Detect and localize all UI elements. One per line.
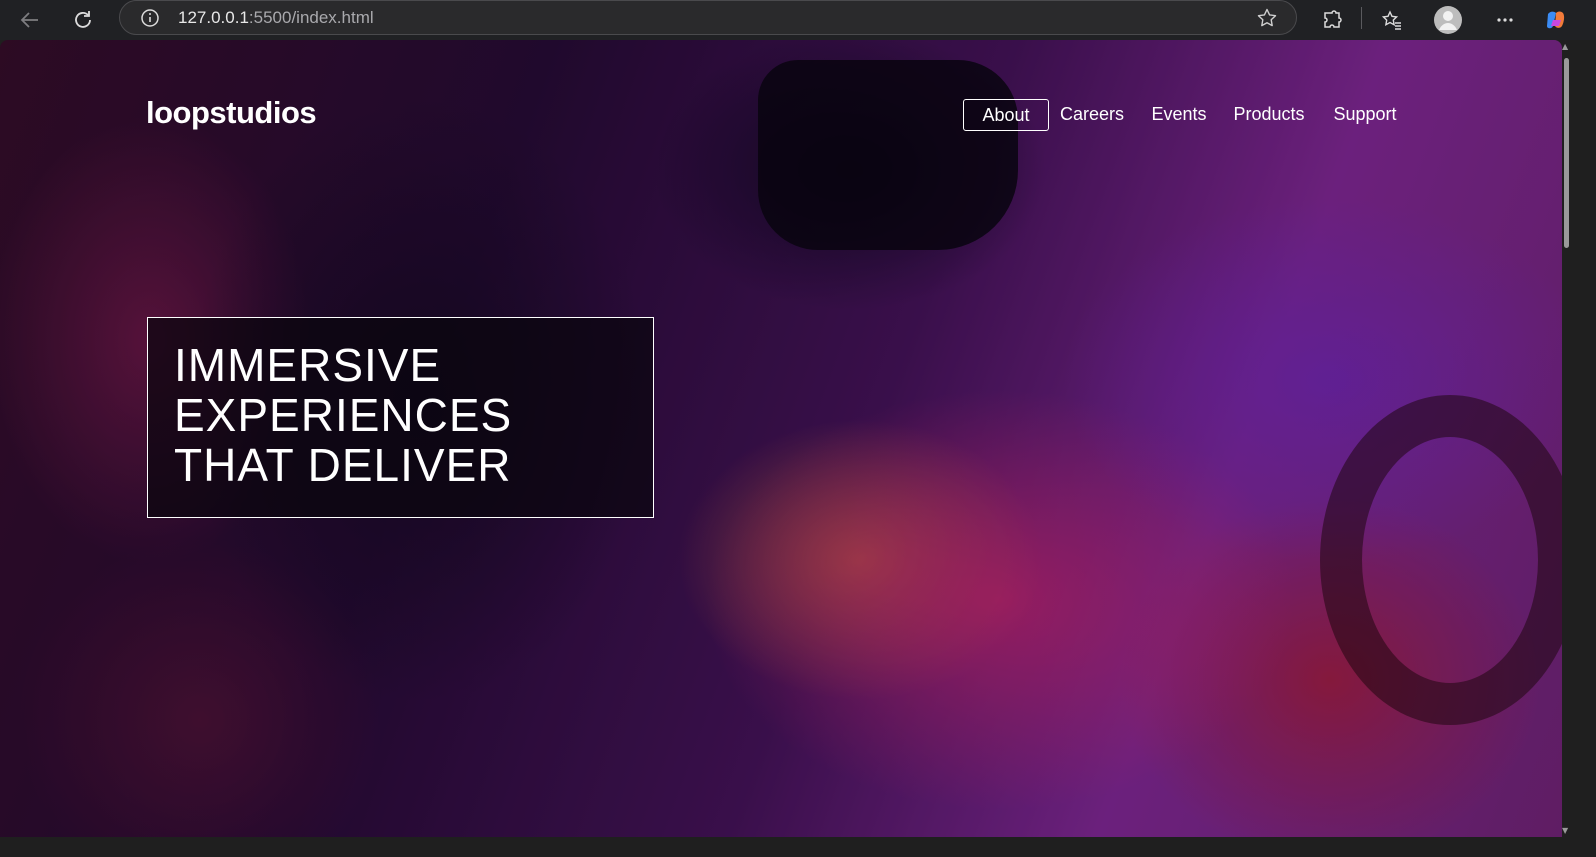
scroll-down-icon[interactable]: ▼ xyxy=(1562,826,1570,836)
toolbar-separator xyxy=(1361,7,1362,29)
info-icon[interactable] xyxy=(140,8,160,28)
nav-careers[interactable]: Careers xyxy=(1058,99,1126,131)
back-arrow-icon[interactable] xyxy=(14,4,46,36)
nav-events[interactable]: Events xyxy=(1150,99,1208,131)
reload-icon[interactable] xyxy=(67,4,99,36)
hero-line-1: IMMERSIVE xyxy=(174,339,442,391)
scrollbar-thumb[interactable] xyxy=(1564,58,1569,248)
url-host: 127.0.0.1 xyxy=(178,8,249,27)
more-icon[interactable] xyxy=(1489,4,1521,36)
copilot-icon[interactable] xyxy=(1540,4,1572,36)
page-viewport: loopstudios About Careers Events Product… xyxy=(0,40,1562,837)
window-bottom-edge xyxy=(0,837,1596,857)
hero-line-2: EXPERIENCES xyxy=(174,389,513,441)
scroll-up-icon[interactable]: ▲ xyxy=(1562,42,1570,52)
hero-line-3: THAT DELIVER xyxy=(174,439,512,491)
profile-icon[interactable] xyxy=(1432,4,1464,36)
url-path: :5500/index.html xyxy=(248,8,374,27)
nav-support[interactable]: Support xyxy=(1330,99,1400,131)
url-text[interactable]: 127.0.0.1:5500/index.html xyxy=(178,8,374,28)
star-icon[interactable] xyxy=(1256,7,1278,29)
nav-products[interactable]: Products xyxy=(1231,99,1307,131)
hero-headline-box: IMMERSIVE EXPERIENCES THAT DELIVER xyxy=(147,317,654,518)
puzzle-icon[interactable] xyxy=(1316,4,1348,36)
browser-toolbar: 127.0.0.1:5500/index.html xyxy=(0,0,1596,40)
nav-about[interactable]: About xyxy=(963,99,1049,131)
address-bar[interactable]: 127.0.0.1:5500/index.html xyxy=(119,0,1297,35)
main-nav: About Careers Events Products Support xyxy=(0,99,1562,131)
favorites-icon[interactable] xyxy=(1376,4,1408,36)
